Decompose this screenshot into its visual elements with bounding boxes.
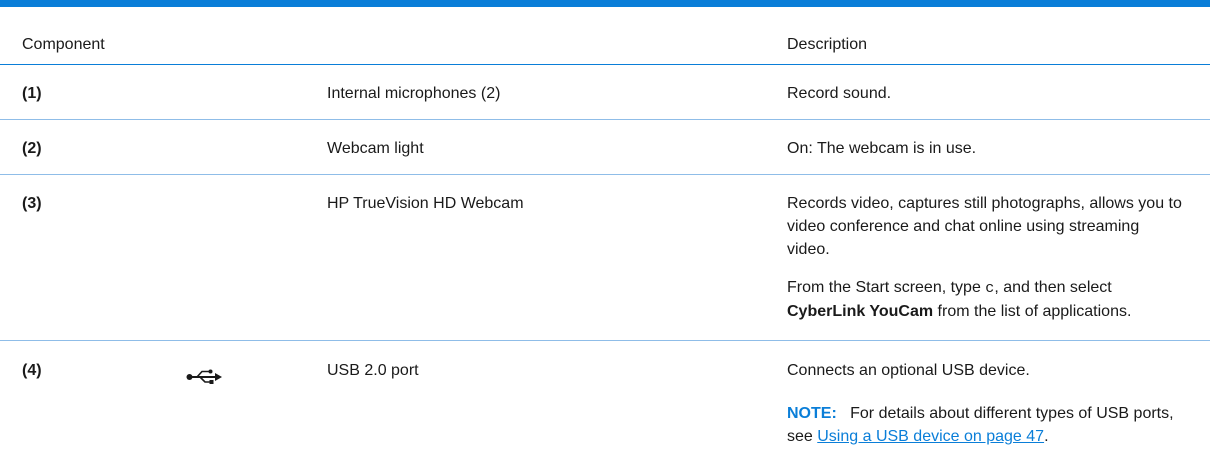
row-3-extra-before: From the Start screen, type bbox=[787, 279, 986, 296]
usb-device-page-link[interactable]: Using a USB device on page 47 bbox=[817, 428, 1044, 445]
row-4-description: Connects an optional USB device. bbox=[787, 362, 1030, 379]
row-3-extra-after: from the list of applications. bbox=[933, 303, 1132, 320]
usb-icon bbox=[186, 369, 222, 384]
table-top-rule bbox=[0, 0, 1210, 7]
row-3-description: Records video, captures still photograph… bbox=[787, 195, 1182, 258]
row-divider bbox=[0, 340, 1210, 341]
row-3-number: (3) bbox=[22, 195, 42, 212]
note-label: NOTE: bbox=[787, 405, 837, 422]
row-divider bbox=[0, 174, 1210, 175]
row-3-extra-middle: , and then select bbox=[994, 279, 1112, 296]
row-4-number: (4) bbox=[22, 362, 42, 379]
row-3-extra-paragraph: From the Start screen, type c, and then … bbox=[787, 276, 1182, 323]
row-2-number: (2) bbox=[22, 140, 42, 157]
row-3-extra-code: c bbox=[985, 280, 995, 297]
row-divider bbox=[0, 119, 1210, 120]
header-description: Description bbox=[787, 36, 868, 53]
row-1-number: (1) bbox=[22, 85, 42, 102]
row-2-description: On: The webcam is in use. bbox=[787, 140, 977, 157]
row-4-component: USB 2.0 port bbox=[327, 362, 419, 379]
row-4-note: NOTE: For details about different types … bbox=[787, 402, 1182, 448]
header-divider bbox=[0, 64, 1210, 65]
row-2-component: Webcam light bbox=[327, 140, 424, 157]
note-end: . bbox=[1044, 428, 1049, 445]
header-component: Component bbox=[22, 36, 105, 53]
row-3-component: HP TrueVision HD Webcam bbox=[327, 195, 524, 212]
row-3-extra-bold: CyberLink YouCam bbox=[787, 303, 934, 320]
row-1-description: Record sound. bbox=[787, 85, 892, 102]
row-1-component: Internal microphones (2) bbox=[327, 85, 501, 102]
